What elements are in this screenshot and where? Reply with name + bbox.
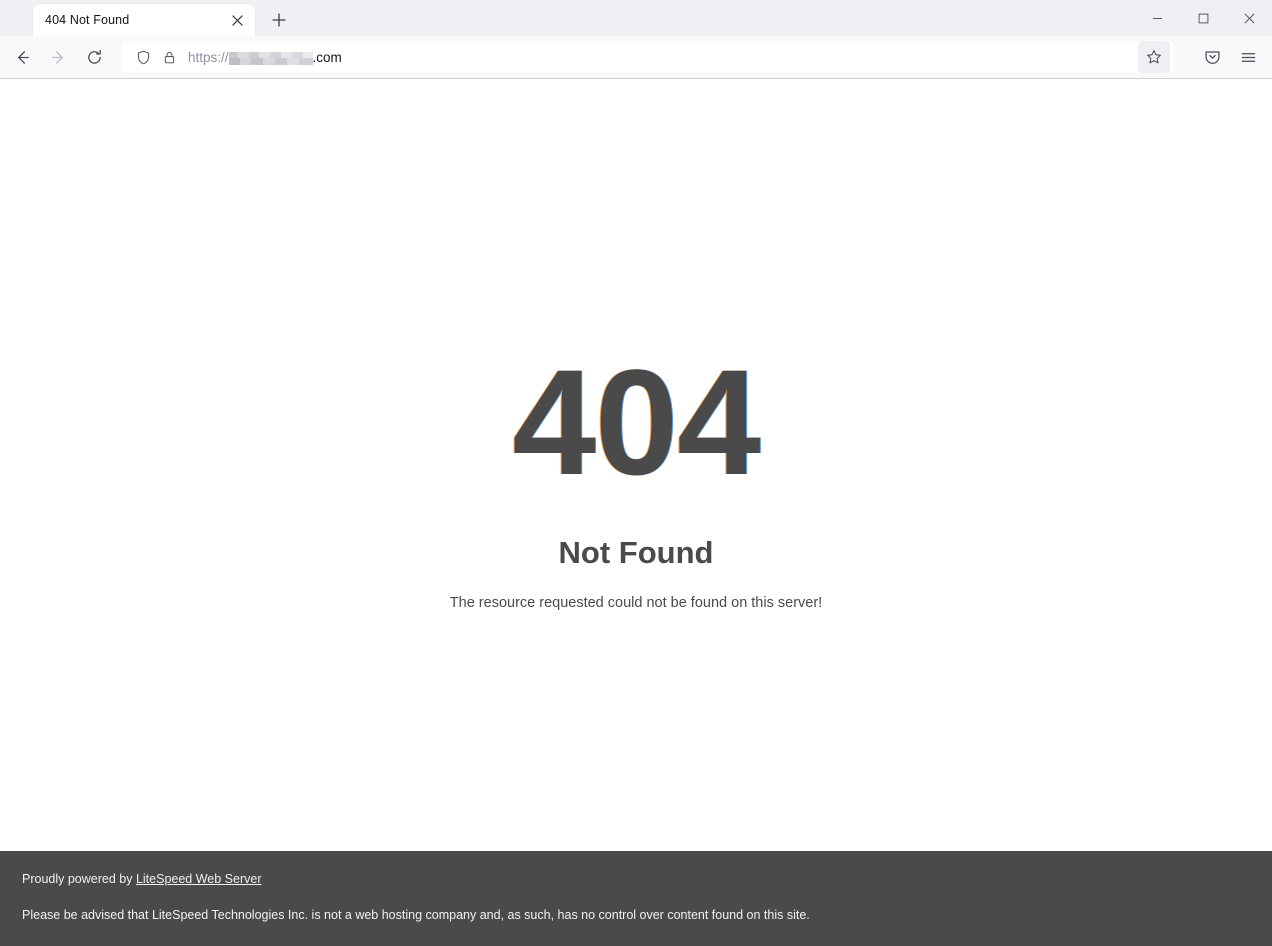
- tab-404-not-found[interactable]: 404 Not Found: [33, 4, 255, 36]
- shield-icon[interactable]: [130, 44, 156, 70]
- page-content: 404 Not Found The resource requested cou…: [0, 79, 1272, 946]
- page-footer: Proudly powered by LiteSpeed Web Server …: [0, 851, 1272, 946]
- footer-powered-by: Proudly powered by LiteSpeed Web Server: [22, 871, 1250, 889]
- tab-strip: 404 Not Found: [0, 0, 1272, 36]
- window-close-button[interactable]: [1226, 0, 1272, 36]
- address-bar[interactable]: https:// .com: [122, 41, 1174, 73]
- footer-powered-prefix: Proudly powered by: [22, 872, 136, 886]
- toolbar-right-group: [1192, 41, 1264, 73]
- tab-close-button[interactable]: [227, 10, 247, 30]
- url-host-redacted: [228, 51, 313, 65]
- navigation-toolbar: https:// .com: [0, 36, 1272, 79]
- url-tld: .com: [312, 49, 342, 65]
- error-code: 404: [512, 338, 760, 506]
- window-maximize-button[interactable]: [1180, 0, 1226, 36]
- url-text[interactable]: https:// .com: [188, 50, 1138, 65]
- hamburger-menu-icon[interactable]: [1232, 41, 1264, 73]
- error-title: Not Found: [558, 535, 714, 570]
- error-description: The resource requested could not be foun…: [449, 595, 823, 611]
- url-scheme: https://: [188, 49, 229, 65]
- back-button[interactable]: [6, 41, 38, 73]
- padlock-icon[interactable]: [156, 44, 182, 70]
- reload-button[interactable]: [78, 41, 110, 73]
- tab-title: 404 Not Found: [45, 13, 130, 27]
- pocket-icon[interactable]: [1196, 41, 1228, 73]
- window-controls: [1134, 0, 1272, 36]
- footer-disclaimer: Please be advised that LiteSpeed Technol…: [22, 907, 810, 922]
- new-tab-button[interactable]: [265, 6, 293, 34]
- browser-window: 404 Not Found https:// .com 404 Not Foun…: [0, 0, 1272, 946]
- error-block: 404 Not Found The resource requested cou…: [0, 79, 1272, 851]
- bookmark-star-icon[interactable]: [1138, 41, 1170, 73]
- window-minimize-button[interactable]: [1134, 0, 1180, 36]
- forward-button[interactable]: [42, 41, 74, 73]
- litespeed-link[interactable]: LiteSpeed Web Server: [136, 872, 262, 886]
